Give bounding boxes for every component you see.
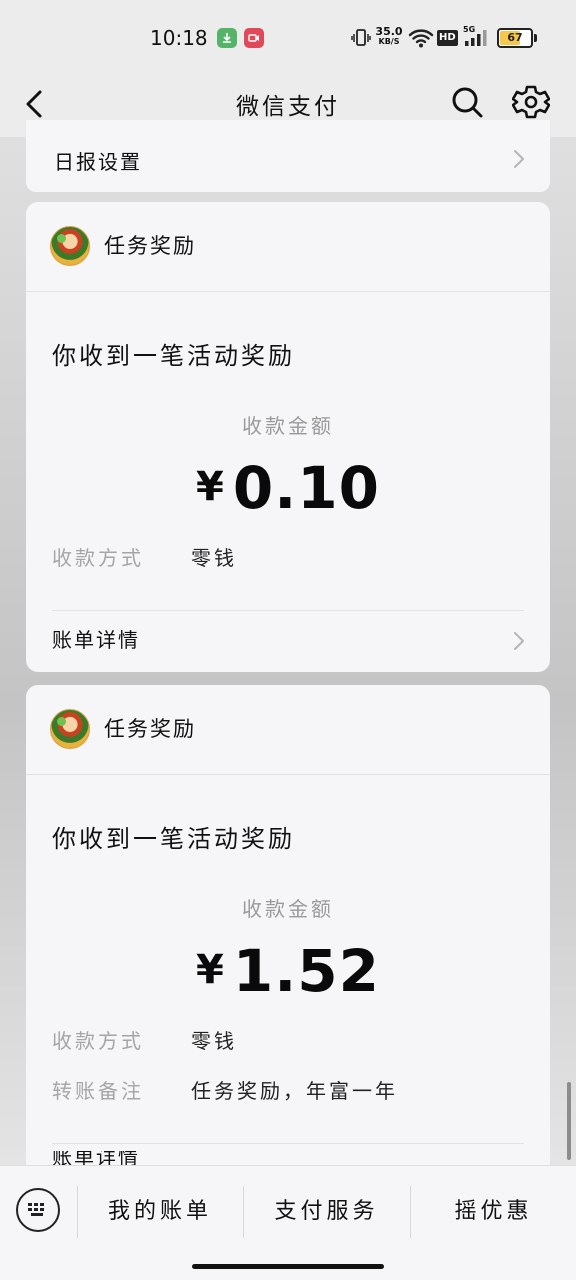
hd-badge: HD <box>437 30 458 46</box>
amount-value: 1.52 <box>232 937 380 1005</box>
card-header[interactable]: 任务奖励 <box>26 202 550 292</box>
message-heading: 你收到一笔活动奖励 <box>52 342 295 370</box>
menu-payment-services[interactable]: 支付服务 <box>244 1192 409 1232</box>
amount: ¥0.10 <box>26 454 550 522</box>
payment-message-card: 任务奖励 你收到一笔活动奖励 收款金额 ¥0.10 收款方式 零钱 账单详情 <box>26 202 550 672</box>
card-header[interactable]: 任务奖励 <box>26 685 550 775</box>
menu-my-bills[interactable]: 我的账单 <box>78 1192 242 1232</box>
field-value: 零钱 <box>191 546 237 570</box>
vibrate-icon <box>351 27 371 53</box>
sender-name: 任务奖励 <box>104 717 196 741</box>
status-bar: 10:18 35.0 KB/S HD 5G 67 <box>0 0 576 76</box>
signal-icon <box>463 28 491 52</box>
bill-details-link[interactable]: 账单详情 <box>52 624 140 653</box>
menu-shake-offers[interactable]: 摇优惠 <box>411 1192 576 1232</box>
bill-details-link-partial[interactable]: 账单详情 <box>52 1151 152 1165</box>
chevron-right-icon <box>514 150 524 168</box>
amount-value: 0.10 <box>232 454 380 522</box>
field-label: 收款方式 <box>52 546 144 570</box>
keyboard-icon[interactable] <box>16 1188 60 1232</box>
bottom-menu-bar: 我的账单 支付服务 摇优惠 <box>0 1165 576 1280</box>
divider <box>52 1143 524 1144</box>
currency-symbol: ¥ <box>196 464 225 510</box>
battery-icon: 67 <box>497 28 533 48</box>
gear-icon[interactable] <box>511 82 551 122</box>
battery-tip <box>534 34 537 42</box>
scrollbar[interactable] <box>567 1082 571 1160</box>
home-indicator[interactable] <box>192 1264 384 1269</box>
settings-row-label: 日报设置 <box>54 150 142 174</box>
field-label: 转账备注 <box>52 1079 144 1103</box>
sender-name: 任务奖励 <box>104 234 196 258</box>
avatar <box>50 226 90 266</box>
payment-message-card: 任务奖励 你收到一笔活动奖励 收款金额 ¥1.52 收款方式 零钱 转账备注 任… <box>26 685 550 1165</box>
page-title: 微信支付 <box>236 94 340 120</box>
net-speed: 35.0 KB/S <box>374 26 404 47</box>
bill-details-label: 账单详情 <box>52 1151 140 1165</box>
message-heading: 你收到一笔活动奖励 <box>52 825 295 853</box>
amount-label: 收款金额 <box>242 414 334 438</box>
net-speed-value: 35.0 <box>375 25 403 38</box>
divider <box>52 610 524 611</box>
amount-label: 收款金额 <box>242 897 334 921</box>
avatar <box>50 709 90 749</box>
field-value: 零钱 <box>191 1029 237 1053</box>
wifi-icon <box>408 27 434 53</box>
battery-percent: 67 <box>507 31 523 44</box>
screen-record-icon <box>244 28 264 48</box>
status-time: 10:18 <box>150 26 208 50</box>
search-icon[interactable] <box>449 82 485 122</box>
field-label: 收款方式 <box>52 1029 144 1053</box>
field-value: 任务奖励，年富一年 <box>191 1079 398 1103</box>
download-icon <box>217 28 237 48</box>
currency-symbol: ¥ <box>196 947 225 993</box>
chevron-right-icon <box>514 632 524 650</box>
amount: ¥1.52 <box>26 937 550 1005</box>
net-speed-unit: KB/S <box>378 37 400 46</box>
daily-report-settings-row[interactable]: 日报设置 <box>26 120 550 192</box>
